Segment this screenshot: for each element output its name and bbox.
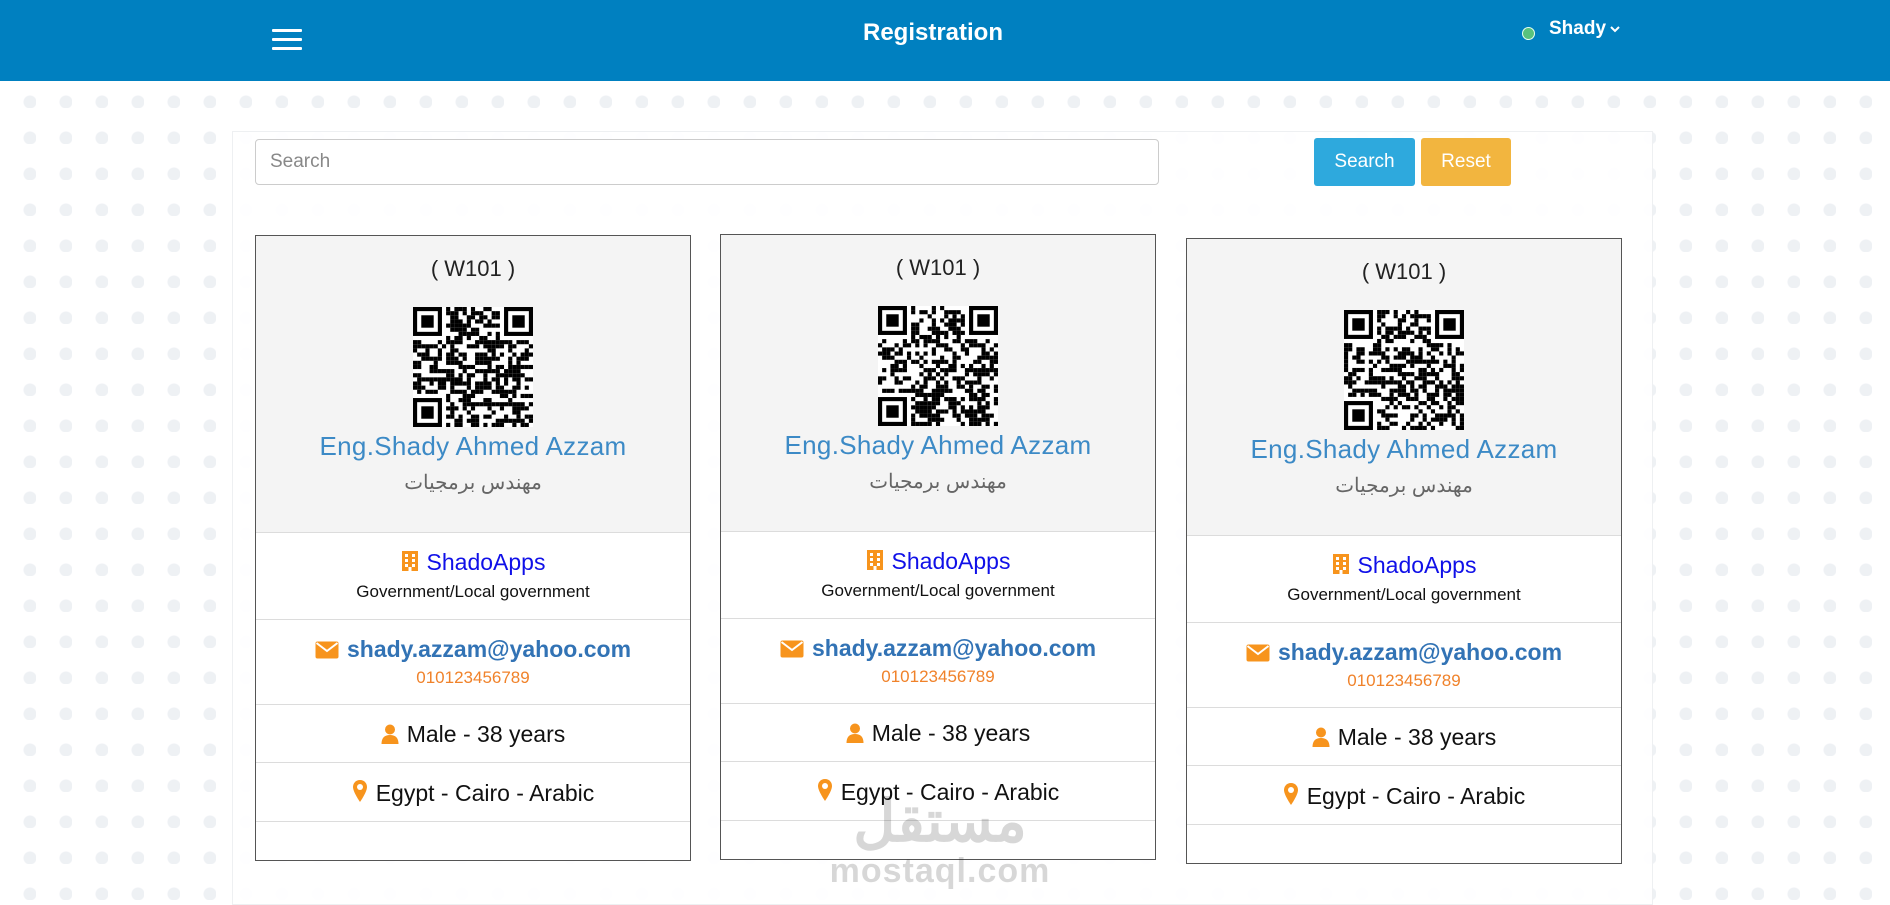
search-input[interactable]: [255, 139, 1159, 185]
email-link[interactable]: shady.azzam@yahoo.com: [812, 635, 1096, 661]
phone-number: 010123456789: [881, 667, 995, 686]
reset-button[interactable]: Reset: [1421, 138, 1511, 186]
job-title: مهندس برمجيات: [404, 472, 542, 494]
card-code: ( W101 ): [430, 256, 516, 281]
qr-code: [878, 306, 998, 426]
contact-row: shady.azzam@yahoo.com 010123456789: [1187, 623, 1621, 708]
contact-row: shady.azzam@yahoo.com 010123456789: [256, 620, 690, 705]
building-icon: [866, 550, 883, 570]
top-navbar: Registration Shady: [0, 0, 1890, 81]
map-marker-icon: [817, 779, 832, 801]
gender-age-row: Male - 38 years: [721, 704, 1155, 762]
location: Egypt - Cairo - Arabic: [1306, 783, 1526, 809]
gender-age-row: Male - 38 years: [256, 705, 690, 763]
envelope-icon: [315, 641, 339, 659]
person-name: Eng.Shady Ahmed Azzam: [319, 431, 627, 461]
contact-row: shady.azzam@yahoo.com 010123456789: [721, 619, 1155, 704]
company-name: ShadoApps: [891, 548, 1011, 574]
envelope-icon: [780, 640, 804, 658]
gender-age: Male - 38 years: [1337, 724, 1497, 750]
location-row: Egypt - Cairo - Arabic: [721, 762, 1155, 821]
qr-code: [1344, 310, 1464, 430]
user-icon: [1312, 727, 1330, 747]
person-name: Eng.Shady Ahmed Azzam: [784, 430, 1092, 460]
card-header: ( W101 ) Eng.Shady Ahmed Azzam مهندس برمجي…: [1187, 239, 1621, 536]
location: Egypt - Cairo - Arabic: [375, 780, 595, 806]
location-row: Egypt - Cairo - Arabic: [256, 763, 690, 822]
envelope-icon: [1246, 644, 1270, 662]
registration-card: ( W101 ) Eng.Shady Ahmed Azzam مهندس برمجي…: [720, 234, 1156, 860]
card-code: ( W101 ): [1361, 259, 1447, 284]
user-icon: [846, 723, 864, 743]
card-code: ( W101 ): [895, 255, 981, 280]
card-header: ( W101 ) Eng.Shady Ahmed Azzam مهندس برمجي…: [256, 236, 690, 533]
user-name: Shady: [1549, 18, 1607, 39]
email-link[interactable]: shady.azzam@yahoo.com: [347, 636, 631, 662]
card-header: ( W101 ) Eng.Shady Ahmed Azzam مهندس برمجي…: [721, 235, 1155, 532]
registration-card: ( W101 ) Eng.Shady Ahmed Azzam مهندس برمجي…: [1186, 238, 1622, 864]
user-icon: [381, 724, 399, 744]
map-marker-icon: [1283, 783, 1298, 805]
phone-number: 010123456789: [416, 668, 530, 687]
phone-number: 010123456789: [1347, 671, 1461, 690]
registration-card: ( W101 ) Eng.Shady Ahmed Azzam مهندس برمجي…: [255, 235, 691, 861]
company-row: ShadoApps Government/Local government: [1187, 536, 1621, 623]
company-sector: Government/Local government: [821, 581, 1055, 600]
company-row: ShadoApps Government/Local government: [256, 533, 690, 620]
location: Egypt - Cairo - Arabic: [840, 779, 1060, 805]
online-status-icon: [1522, 26, 1535, 40]
gender-age: Male - 38 years: [406, 721, 566, 747]
gender-age-row: Male - 38 years: [1187, 708, 1621, 766]
job-title: مهندس برمجيات: [869, 471, 1007, 493]
search-button[interactable]: Search: [1314, 138, 1415, 186]
person-name: Eng.Shady Ahmed Azzam: [1250, 434, 1558, 464]
job-title: مهندس برمجيات: [1335, 475, 1473, 497]
email-link[interactable]: shady.azzam@yahoo.com: [1278, 639, 1562, 665]
map-marker-icon: [352, 780, 367, 802]
company-row: ShadoApps Government/Local government: [721, 532, 1155, 619]
building-icon: [1332, 554, 1349, 574]
chevron-down-icon: [1610, 26, 1620, 33]
company-name: ShadoApps: [1357, 552, 1477, 578]
gender-age: Male - 38 years: [871, 720, 1031, 746]
location-row: Egypt - Cairo - Arabic: [1187, 766, 1621, 825]
qr-code: [413, 307, 533, 427]
company-sector: Government/Local government: [356, 582, 590, 601]
building-icon: [401, 551, 418, 571]
company-sector: Government/Local government: [1287, 585, 1521, 604]
user-menu[interactable]: Shady: [1522, 18, 1620, 40]
company-name: ShadoApps: [426, 549, 546, 575]
